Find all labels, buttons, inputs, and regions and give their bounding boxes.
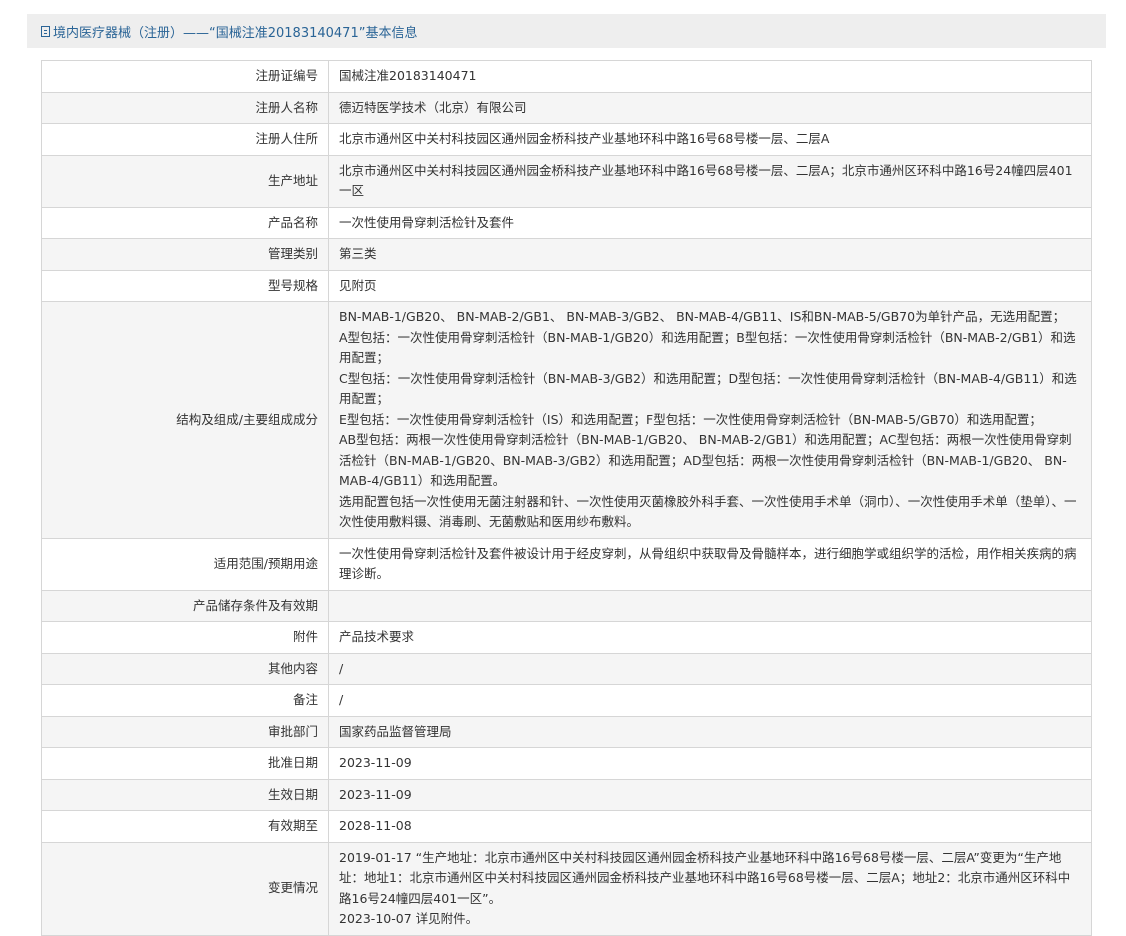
field-value: 2023-11-09 xyxy=(328,747,1092,780)
field-label: 其他内容 xyxy=(41,652,329,685)
field-value: 产品技术要求 xyxy=(328,621,1092,654)
field-value-line: AB型包括：两根一次性使用骨穿刺活检针（BN-MAB-1/GB20、 BN-MA… xyxy=(339,432,1072,488)
field-label: 管理类别 xyxy=(41,238,329,271)
field-value: 见附页 xyxy=(328,269,1092,302)
table-row: 产品名称 一次性使用骨穿刺活检针及套件 xyxy=(41,206,1092,239)
field-value: BN-MAB-1/GB20、 BN-MAB-2/GB1、 BN-MAB-3/GB… xyxy=(328,301,1092,539)
field-label: 注册人名称 xyxy=(41,91,329,124)
field-value-line: BN-MAB-1/GB20、 BN-MAB-2/GB1、 BN-MAB-3/GB… xyxy=(339,309,1066,324)
field-label: 附件 xyxy=(41,621,329,654)
field-label: 批准日期 xyxy=(41,747,329,780)
field-label: 注册人住所 xyxy=(41,123,329,156)
field-value: 北京市通州区中关村科技园区通州园金桥科技产业基地环科中路16号68号楼一层、二层… xyxy=(328,123,1092,156)
field-label: 型号规格 xyxy=(41,269,329,302)
field-value xyxy=(328,589,1092,622)
field-label: 适用范围/预期用途 xyxy=(41,537,329,591)
field-label: 生效日期 xyxy=(41,778,329,811)
field-label: 产品储存条件及有效期 xyxy=(41,589,329,622)
field-value: 一次性使用骨穿刺活检针及套件 xyxy=(328,206,1092,239)
table-row: 结构及组成/主要组成成分 BN-MAB-1/GB20、 BN-MAB-2/GB1、… xyxy=(41,301,1092,539)
field-value-line: A型包括：一次性使用骨穿刺活检针（BN-MAB-1/GB20）和选用配置；B型包… xyxy=(339,329,1076,366)
table-row: 产品储存条件及有效期 xyxy=(41,589,1092,622)
field-value-line: C型包括：一次性使用骨穿刺活检针（BN-MAB-3/GB2）和选用配置；D型包括… xyxy=(339,370,1077,407)
table-row: 注册证编号 国械注准20183140471 xyxy=(41,60,1092,93)
section-header: 境内医疗器械（注册）——“国械注准20183140471”基本信息 xyxy=(27,14,1106,48)
field-label: 注册证编号 xyxy=(41,60,329,93)
document-icon xyxy=(41,25,50,37)
field-label: 有效期至 xyxy=(41,810,329,843)
info-table: 注册证编号 国械注准20183140471 注册人名称 德迈特医学技术（北京）有限公司… xyxy=(41,60,1092,936)
field-value-line: 选用配置包括一次性使用无菌注射器和针、一次性使用灭菌橡胶外科手套、一次性使用手术… xyxy=(339,493,1077,530)
table-row: 备注 / xyxy=(41,684,1092,717)
field-value: 2028-11-08 xyxy=(328,810,1092,843)
field-value: 国家药品监督管理局 xyxy=(328,715,1092,748)
table-row: 注册人名称 德迈特医学技术（北京）有限公司 xyxy=(41,91,1092,124)
field-value: 2019-01-17 “生产地址：北京市通州区中关村科技园区通州园金桥科技产业基… xyxy=(328,841,1092,936)
field-label: 产品名称 xyxy=(41,206,329,239)
table-row: 管理类别 第三类 xyxy=(41,238,1092,271)
field-value: 国械注准20183140471 xyxy=(328,60,1092,93)
field-value: / xyxy=(328,684,1092,717)
field-value: 第三类 xyxy=(328,238,1092,271)
field-label: 结构及组成/主要组成成分 xyxy=(41,301,329,539)
table-row: 型号规格 见附页 xyxy=(41,269,1092,302)
field-value: 一次性使用骨穿刺活检针及套件被设计用于经皮穿刺，从骨组织中获取骨及骨髓样本，进行… xyxy=(328,537,1092,591)
page-title-text: 境内医疗器械（注册）——“国械注准20183140471”基本信息 xyxy=(53,25,418,41)
table-row: 生产地址 北京市通州区中关村科技园区通州园金桥科技产业基地环科中路16号68号楼一… xyxy=(41,154,1092,208)
field-label: 审批部门 xyxy=(41,715,329,748)
table-row: 变更情况 2019-01-17 “生产地址：北京市通州区中关村科技园区通州园金桥科… xyxy=(41,841,1092,936)
field-value-line: E型包括：一次性使用骨穿刺活检针（IS）和选用配置；F型包括：一次性使用骨穿刺活… xyxy=(339,411,1042,427)
table-row: 生效日期 2023-11-09 xyxy=(41,778,1092,811)
field-label: 备注 xyxy=(41,684,329,717)
field-value: 2023-11-09 xyxy=(328,778,1092,811)
table-row: 适用范围/预期用途 一次性使用骨穿刺活检针及套件被设计用于经皮穿刺，从骨组织中获取… xyxy=(41,537,1092,591)
table-row: 附件 产品技术要求 xyxy=(41,621,1092,654)
field-value-line: 2023-10-07 详见附件。 xyxy=(339,911,479,926)
field-value: 德迈特医学技术（北京）有限公司 xyxy=(328,91,1092,124)
field-value-line: 2019-01-17 “生产地址：北京市通州区中关村科技园区通州园金桥科技产业基… xyxy=(339,849,1071,906)
table-row: 有效期至 2028-11-08 xyxy=(41,810,1092,843)
field-value: 北京市通州区中关村科技园区通州园金桥科技产业基地环科中路16号68号楼一层、二层… xyxy=(328,154,1092,208)
field-label: 变更情况 xyxy=(41,841,329,936)
table-row: 其他内容 / xyxy=(41,652,1092,685)
field-value: / xyxy=(328,652,1092,685)
table-row: 批准日期 2023-11-09 xyxy=(41,747,1092,780)
table-row: 注册人住所 北京市通州区中关村科技园区通州园金桥科技产业基地环科中路16号68号楼… xyxy=(41,123,1092,156)
page-title: 境内医疗器械（注册）——“国械注准20183140471”基本信息 xyxy=(41,22,417,41)
table-row: 审批部门 国家药品监督管理局 xyxy=(41,715,1092,748)
field-label: 生产地址 xyxy=(41,154,329,208)
